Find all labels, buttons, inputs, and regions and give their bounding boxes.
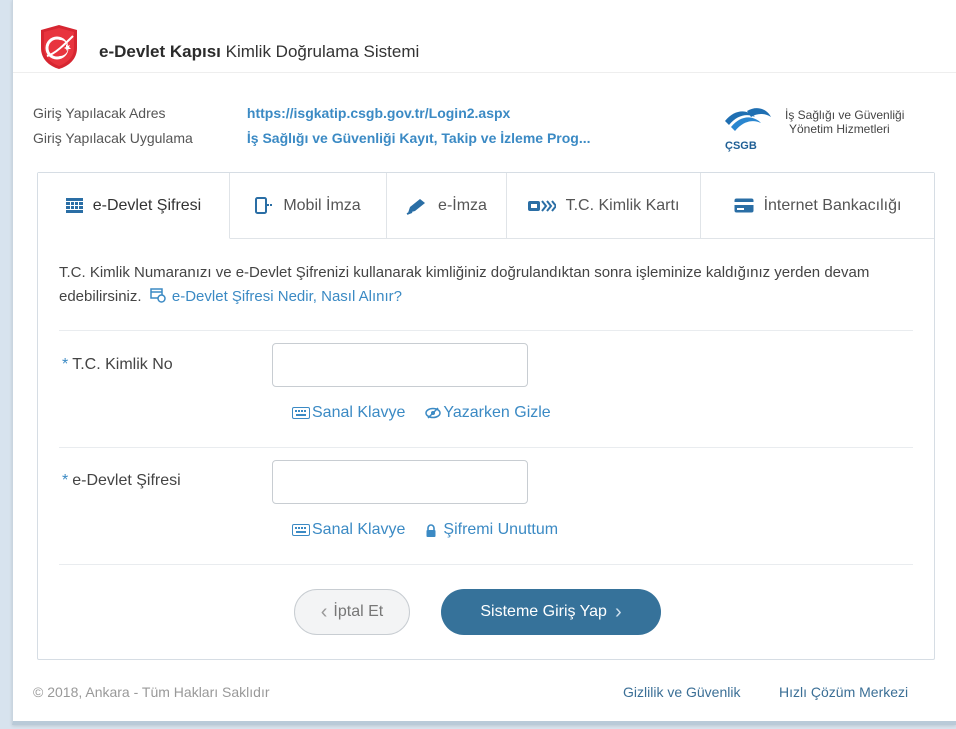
divider [59,564,913,565]
brand-title: e-Devlet Kapısı Kimlik Doğrulama Sistemi [99,42,419,62]
ministry-name-line1: İş Sağlığı ve Güvenliği [785,108,905,122]
tab-internet-banking[interactable]: İnternet Bankacılığı [701,173,934,239]
login-panel: e-Devlet Şifresi Mobil İmza e-İmza T.C. … [37,172,935,660]
address-label: Giriş Yapılacak Adres [33,105,166,121]
address-row: Giriş Yapılacak Adres https://isgkatip.c… [33,101,591,126]
submit-button-label: Sisteme Giriş Yap [480,603,607,620]
help-center-link[interactable]: Hızlı Çözüm Merkezi [779,684,908,700]
eye-slash-icon [425,407,442,419]
keyboard-icon [292,407,310,419]
virtual-keyboard-link-tc[interactable]: Sanal Klavye [312,404,405,422]
chevron-right-icon: › [614,601,622,623]
csgb-logo: ÇSGB [725,108,771,152]
keypad-icon [65,198,83,213]
divider [59,330,913,331]
copyright: © 2018, Ankara - Tüm Hakları Saklıdır [33,684,270,700]
password-helpers: Sanal Klavye Şifremi Unuttum [292,521,558,539]
credit-card-icon [734,198,754,213]
divider [59,447,913,448]
address-value: https://isgkatip.csgb.gov.tr/Login2.aspx [246,105,511,121]
cancel-button[interactable]: ‹ İptal Et [294,589,410,635]
application-row: Giriş Yapılacak Uygulama İş Sağlığı ve G… [33,126,591,151]
help-link-label: e-Devlet Şifresi Nedir, Nasıl Alınır? [171,288,402,305]
lock-icon [425,523,437,537]
password-label: * e-Devlet Şifresi [62,472,181,490]
cancel-button-label: İptal Et [333,603,384,620]
brand-title-strong: e-Devlet Kapısı [99,42,221,61]
login-target-info: Giriş Yapılacak Adres https://isgkatip.c… [33,101,591,151]
submit-button[interactable]: Sisteme Giriş Yap › [441,589,661,635]
tab-mobile-signature-label: Mobil İmza [283,196,361,214]
help-link[interactable]: e-Devlet Şifresi Nedir, Nasıl Alınır? [146,288,402,305]
tab-internet-banking-label: İnternet Bankacılığı [763,196,902,214]
required-mark: * [62,472,69,489]
virtual-keyboard-link-password[interactable]: Sanal Klavye [312,521,405,539]
chevron-left-icon: ‹ [320,601,328,623]
hide-while-typing-link[interactable]: Yazarken Gizle [443,404,550,422]
tc-no-label: * T.C. Kimlik No [62,356,173,374]
login-method-tabs: e-Devlet Şifresi Mobil İmza e-İmza T.C. … [38,173,934,239]
keyboard-icon [292,524,310,536]
login-card: e-Devlet Kapısı Kimlik Doğrulama Sistemi… [12,0,956,725]
pen-icon [406,197,428,215]
edevlet-shield-logo [41,25,77,69]
password-input[interactable] [272,460,528,504]
ministry-name-line2: Yönetim Hizmetleri [789,122,890,136]
password-label-text: e-Devlet Şifresi [72,472,181,489]
mobile-signature-icon [255,197,273,214]
privacy-link[interactable]: Gizlilik ve Güvenlik [623,684,740,700]
tab-edevlet-password-label: e-Devlet Şifresi [92,196,202,214]
tab-mobile-signature[interactable]: Mobil İmza [230,173,387,239]
header: e-Devlet Kapısı Kimlik Doğrulama Sistemi [13,0,956,73]
tc-no-input[interactable] [272,343,528,387]
application-label: Giriş Yapılacak Uygulama [33,130,193,146]
tc-no-helpers: Sanal Klavye Yazarken Gizle [292,404,551,422]
login-description: T.C. Kimlik Numaranızı ve e-Devlet Şifre… [59,261,919,309]
tab-id-card[interactable]: T.C. Kimlik Kartı [507,173,701,239]
footer: © 2018, Ankara - Tüm Hakları Saklıdır Gi… [13,680,956,710]
tab-id-card-label: T.C. Kimlik Kartı [565,196,680,214]
tab-e-signature[interactable]: e-İmza [387,173,507,239]
id-card-icon [527,199,556,212]
csgb-abbr: ÇSGB [725,140,757,152]
application-value: İş Sağlığı ve Güvenliği Kayıt, Takip ve … [246,130,591,146]
forgot-password-link[interactable]: Şifremi Unuttum [443,521,558,539]
tc-no-label-text: T.C. Kimlik No [72,356,173,373]
ministry-name: İş Sağlığı ve Güvenliği Yönetim Hizmetle… [785,108,904,136]
help-window-icon [149,288,166,303]
tab-e-signature-label: e-İmza [438,196,487,214]
brand-title-rest: Kimlik Doğrulama Sistemi [225,42,420,61]
required-mark: * [62,356,69,373]
tab-edevlet-password[interactable]: e-Devlet Şifresi [38,173,230,239]
